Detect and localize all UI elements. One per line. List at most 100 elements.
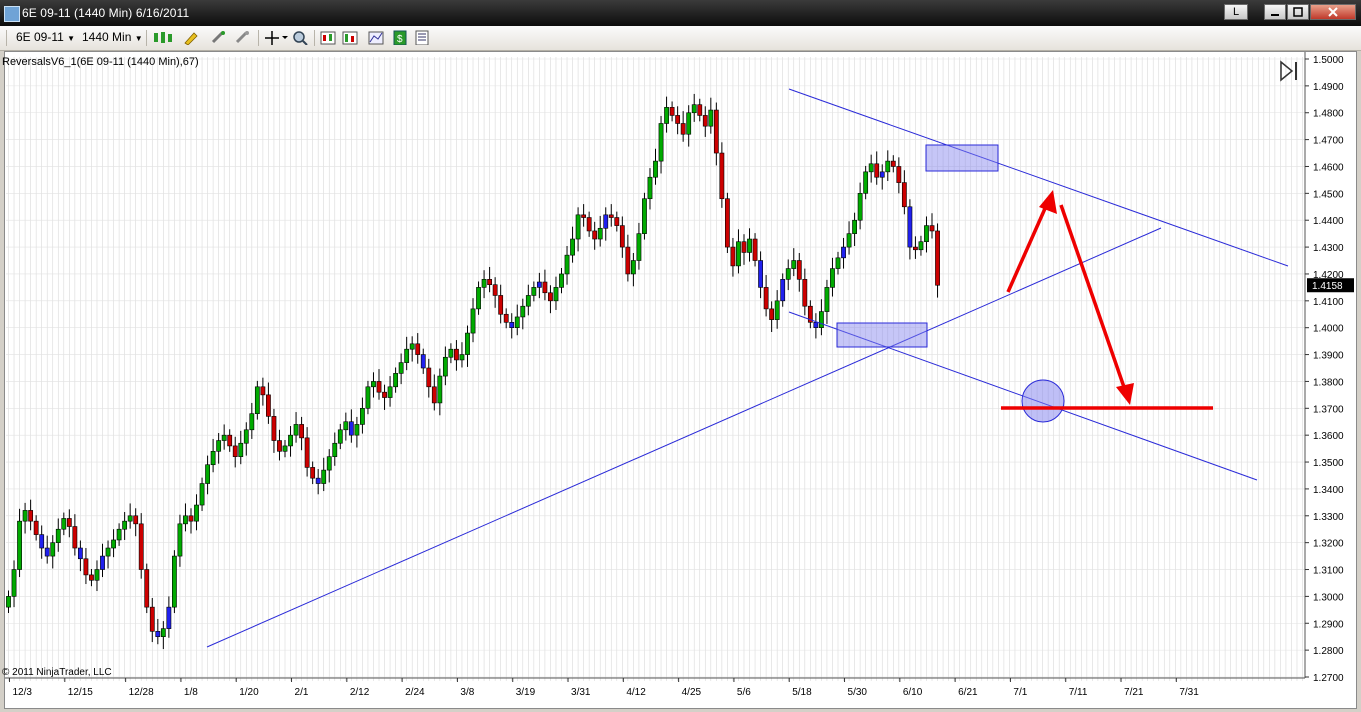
candle-body [669,107,675,116]
crosshair-icon[interactable] [264,30,288,45]
candle [830,257,835,297]
candle-body [337,429,343,444]
link-button[interactable]: L [1224,4,1248,20]
candle [199,477,205,511]
candle-body [166,606,172,629]
candle [55,518,61,552]
candle-body [487,279,493,286]
candle [481,270,487,299]
pencil-icon[interactable] [182,30,204,45]
candle-body [177,523,183,557]
candle-body [426,367,432,388]
time-tick-label: 4/25 [682,687,702,698]
candle-body [44,547,50,557]
candle [448,343,454,364]
candle [77,540,83,572]
minimize-button[interactable] [1264,4,1286,20]
candle-body [514,316,520,328]
zoom-icon[interactable] [292,30,308,45]
candle-body [105,547,111,557]
candle [846,221,852,255]
indicator-icon[interactable] [368,30,384,45]
candle-body [205,464,210,484]
candle-body [28,510,34,522]
candle [376,369,382,400]
dom-icon[interactable] [414,30,430,45]
magnet-icon[interactable] [210,30,230,45]
candle-body [918,241,924,251]
candle-body [520,305,526,318]
price-tick-label: 1.4700 [1313,136,1344,147]
instrument-selector[interactable]: 6E 09-11 ▼ [12,29,79,46]
candle [360,397,365,434]
maximize-button[interactable] [1287,4,1309,20]
candle [487,266,493,293]
time-tick-label: 6/21 [958,687,978,698]
time-tick-label: 12/3 [13,687,33,698]
candle [630,252,636,287]
candle [243,422,249,456]
candle [337,423,343,450]
candle-body [127,515,133,522]
candle [66,509,72,538]
candle-body [702,115,708,127]
time-tick-label: 2/12 [350,687,370,698]
toolbar-separator [314,30,315,46]
candle-body [122,520,128,530]
candle-body [249,413,255,431]
price-tick-label: 1.4600 [1313,162,1344,173]
candle [254,380,260,420]
candle [365,380,371,415]
dock-icon[interactable] [1278,60,1302,82]
candle-body [431,386,437,404]
candle-body [890,160,896,167]
candle-body [802,279,808,307]
period-selector[interactable]: 1440 Min ▼ [78,29,147,46]
candle [841,237,846,269]
chart-toolbar: 6E 09-11 ▼ 1440 Min ▼ $ [0,26,1361,51]
price-tick-label: 1.4000 [1313,324,1344,335]
chart-panel[interactable]: 1.5000 1.4900 1.4800 1.4700 1.4600 1.4500 1.44… [2,51,1357,709]
strategy-icon[interactable]: $ [392,30,408,45]
candle-body [730,246,736,267]
candle-body [111,539,116,549]
bar-style-icon[interactable] [320,30,336,45]
price-chart[interactable]: 1.5000 1.4900 1.4800 1.4700 1.4600 1.4500 1.44… [5,52,1356,708]
time-tick-label: 3/31 [571,687,591,698]
candle-body [791,260,797,269]
candles-icon[interactable] [152,30,174,45]
candle-body [481,279,487,288]
candle-body [813,322,819,328]
candle-body [907,206,913,248]
candle [807,300,813,329]
candle-body [581,214,587,218]
candle-body [708,109,714,127]
candle [857,182,863,230]
copyright-label: © 2011 NinjaTrader, LLC [2,667,112,678]
candle-body [288,434,293,447]
candle [22,502,28,534]
price-tick-label: 1.3900 [1313,351,1344,362]
close-button[interactable] [1310,4,1356,20]
candle-body [796,260,802,280]
candle [387,376,393,407]
candle-body [221,434,227,441]
candle-body [769,308,775,320]
instrument-label: 6E 09-11 [16,30,64,44]
candle-body [824,287,830,312]
candle [260,377,266,406]
candle-body [465,332,470,355]
indicator-label: ReversalsV6_1(6E 09-11 (1440 Min),67) [2,56,199,68]
candle-body [72,526,78,549]
time-tick-label: 7/31 [1179,687,1199,698]
candle [868,154,874,183]
candle-body [476,287,481,310]
properties-icon[interactable] [342,30,358,45]
candle [371,372,376,398]
candle-body [929,225,935,232]
candle-body [713,109,719,154]
resistance-highlight-box [925,144,999,172]
candle [913,236,918,259]
price-tick-label: 1.3200 [1313,539,1344,550]
draw-tools-icon[interactable] [234,30,254,45]
